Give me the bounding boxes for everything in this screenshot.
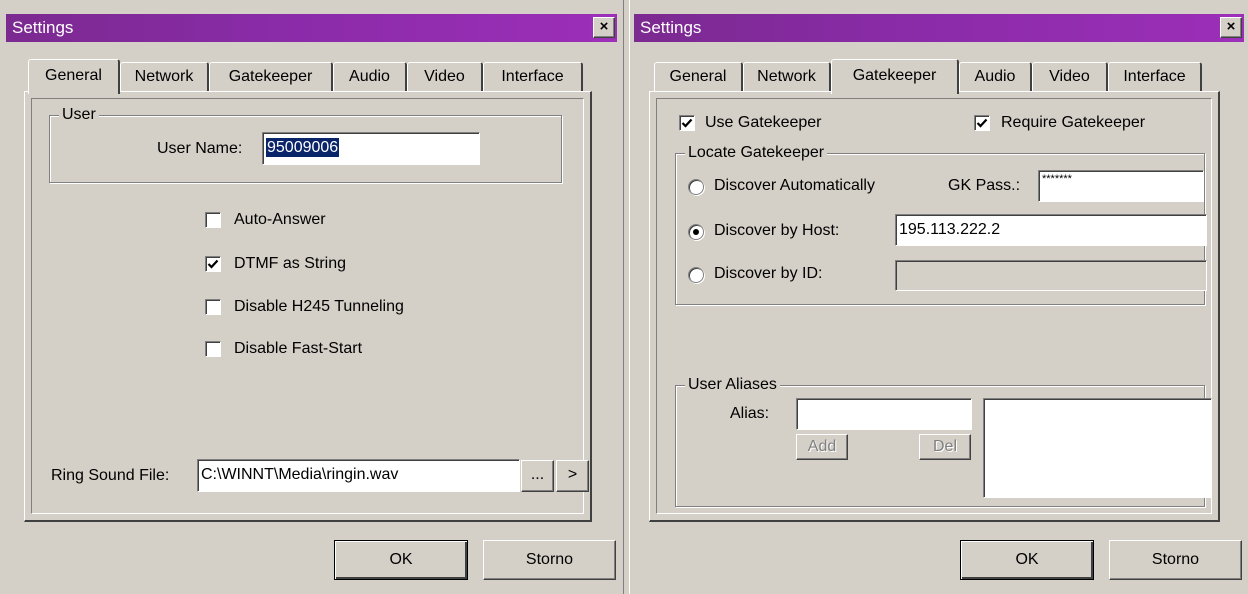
alias-list[interactable] [983,398,1212,498]
disable-h245-tunneling-checkbox[interactable] [205,299,221,315]
cancel-button[interactable]: Storno [483,540,616,580]
tab-gatekeeper[interactable]: Gatekeeper [831,59,959,94]
window-title: Settings [640,18,702,37]
tab-strip: General Network Gatekeeper Audio Video I… [630,59,1248,94]
tab-panel: User User Name: 95009006 Auto-Answer DTM… [24,91,592,522]
tab-interface[interactable]: Interface [1108,62,1202,92]
user-name-field[interactable]: 95009006 [262,132,480,165]
tab-video[interactable]: Video [1032,62,1108,92]
tab-network[interactable]: Network [743,62,831,92]
user-name-value: 95009006 [266,138,340,157]
auto-answer-checkbox[interactable] [205,212,221,228]
ok-button[interactable]: OK [334,540,468,580]
discover-automatically-radio[interactable] [688,179,704,195]
settings-window-gatekeeper: Settings × General Network Gatekeeper Au… [629,0,1248,594]
discover-by-id-label: Discover by ID: [714,265,823,282]
gatekeeper-id-field[interactable] [895,260,1207,291]
check-mark-icon [976,118,988,128]
dtmf-as-string-label: DTMF as String [234,255,347,272]
host-address-field[interactable]: 195.113.222.2 [895,214,1207,246]
user-group-label: User [59,105,99,125]
locate-gatekeeper-label: Locate Gatekeeper [685,143,828,163]
require-gatekeeper-checkbox[interactable] [974,115,990,131]
gk-password-field[interactable]: ******* [1038,170,1204,202]
delete-alias-button[interactable]: Del [919,434,971,460]
discover-automatically-label: Discover Automatically [714,177,875,194]
disable-h245-tunneling-label: Disable H245 Tunneling [234,298,404,315]
disable-fast-start-checkbox[interactable] [205,341,221,357]
cancel-button[interactable]: Storno [1109,540,1242,580]
tab-panel-inner: User User Name: 95009006 Auto-Answer DTM… [31,98,589,514]
use-gatekeeper-label: Use Gatekeeper [705,114,822,131]
tab-gatekeeper[interactable]: Gatekeeper [209,62,333,92]
require-gatekeeper-label: Require Gatekeeper [1001,114,1146,131]
tab-audio[interactable]: Audio [959,62,1032,92]
settings-window-general: Settings × General Network Gatekeeper Au… [0,0,624,594]
add-alias-button[interactable]: Add [796,434,848,460]
tab-network[interactable]: Network [120,62,209,92]
close-icon[interactable]: × [593,17,615,38]
ring-sound-file-field[interactable]: C:\WINNT\Media\ringin.wav [197,459,520,492]
tab-panel-inner: Use Gatekeeper Require Gatekeeper Locate… [656,98,1212,514]
check-mark-icon [207,259,219,269]
window-title: Settings [12,18,74,37]
user-name-label: User Name: [157,140,243,157]
tab-audio[interactable]: Audio [333,62,407,92]
close-icon[interactable]: × [1220,17,1242,38]
browse-button[interactable]: ... [521,460,554,492]
tab-strip: General Network Gatekeeper Audio Video I… [0,59,623,94]
auto-answer-label: Auto-Answer [234,211,326,228]
alias-field[interactable] [796,398,972,430]
user-aliases-group: User Aliases Alias: Add Del [675,375,1212,507]
gk-pass-label: GK Pass.: [948,177,1021,194]
tab-panel: Use Gatekeeper Require Gatekeeper Locate… [649,91,1220,522]
tab-general[interactable]: General [654,62,743,92]
alias-label: Alias: [730,405,770,422]
dtmf-as-string-checkbox[interactable] [205,256,221,272]
title-bar[interactable]: Settings × [6,14,617,42]
user-group: User User Name: 95009006 [49,105,562,183]
disable-fast-start-label: Disable Fast-Start [234,340,363,357]
discover-by-id-radio[interactable] [688,267,704,283]
radio-selected-dot [693,229,699,235]
discover-by-host-label: Discover by Host: [714,222,840,239]
discover-by-host-radio[interactable] [688,224,704,240]
play-sound-button[interactable]: > [556,460,589,492]
check-mark-icon [681,118,693,128]
use-gatekeeper-checkbox[interactable] [679,115,695,131]
tab-video[interactable]: Video [407,62,483,92]
user-aliases-label: User Aliases [685,375,780,395]
title-bar[interactable]: Settings × [634,14,1244,42]
locate-gatekeeper-group: Locate Gatekeeper Discover Automatically… [675,143,1207,305]
ring-sound-file-label: Ring Sound File: [51,467,170,484]
tab-general[interactable]: General [28,59,120,94]
tab-interface[interactable]: Interface [483,62,583,92]
ok-button[interactable]: OK [960,540,1094,580]
